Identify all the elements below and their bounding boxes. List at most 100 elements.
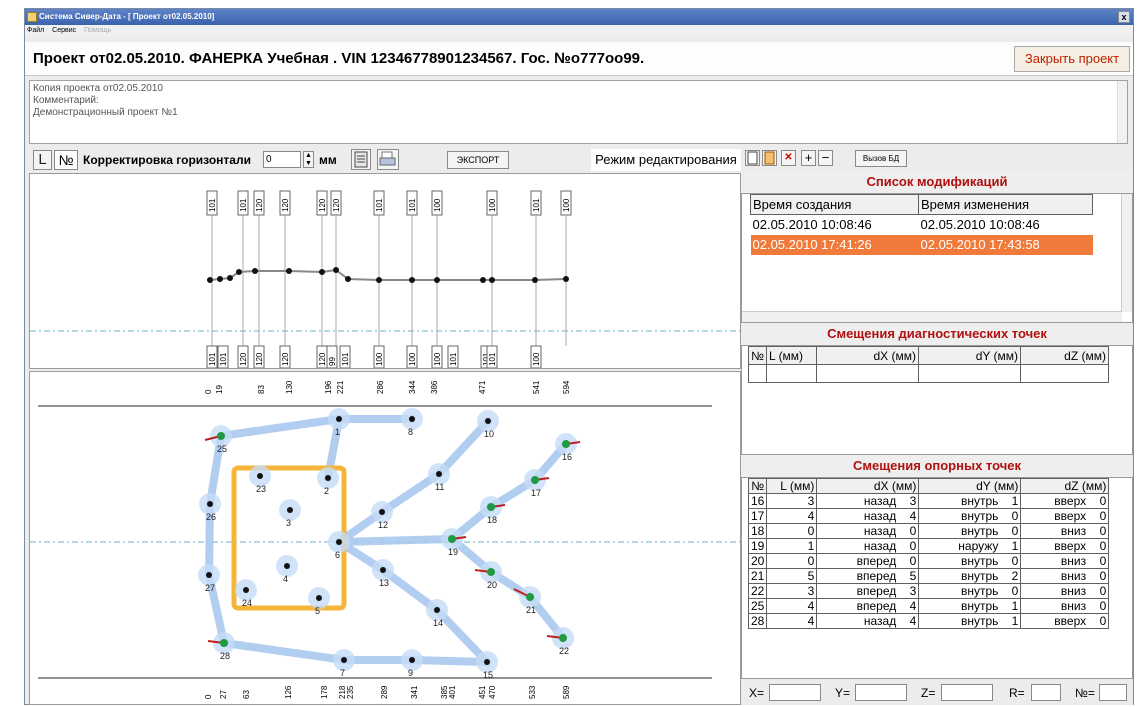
mod-row-selected[interactable]: 02.05.2010 17:41:26 02.05.2010 17:43:58 xyxy=(750,234,1093,255)
ref-col-l[interactable]: L (мм) xyxy=(766,478,818,494)
table-row[interactable]: 16 3 назад 3 внутрь 1 вверх 0 xyxy=(747,493,1110,509)
menu-service[interactable]: Сервис xyxy=(52,27,76,34)
point-label: 10 xyxy=(484,429,494,439)
table-row[interactable]: 17 4 назад 4 внутрь 0 вверх 0 xyxy=(747,508,1110,524)
l-mode-button[interactable]: L xyxy=(33,150,52,170)
correction-input[interactable] xyxy=(263,151,301,168)
menu-help[interactable]: Помощь xyxy=(84,27,111,34)
point-label: 6 xyxy=(335,550,340,560)
ref-col-dz[interactable]: dZ (мм) xyxy=(1020,478,1110,494)
bottom-tick-label: 341 xyxy=(410,685,419,699)
close-project-button[interactable]: Закрыть проект xyxy=(1014,46,1130,72)
copy-doc-icon[interactable] xyxy=(762,150,777,166)
remove-icon[interactable]: − xyxy=(818,150,833,166)
top-tick-label: 286 xyxy=(376,380,385,394)
export-button[interactable]: ЭКСПОРТ xyxy=(447,151,509,169)
r-field[interactable] xyxy=(1031,684,1061,701)
top-height-label: 101 xyxy=(375,198,384,212)
y-field[interactable] xyxy=(855,684,907,701)
point-label: 9 xyxy=(408,668,413,678)
z-field[interactable] xyxy=(941,684,993,701)
ref-dz-dir: вниз xyxy=(1020,583,1089,599)
point-label: 13 xyxy=(379,578,389,588)
correction-label: Корректировка горизонтали xyxy=(83,153,251,167)
ref-col-dy[interactable]: dY (мм) xyxy=(918,478,1022,494)
ref-dy-val: 0 xyxy=(1000,523,1022,539)
diag-col-no[interactable]: № xyxy=(748,346,767,365)
number-mode-button[interactable]: № xyxy=(54,150,78,170)
table-row[interactable]: 18 0 назад 0 внутрь 0 вниз 0 xyxy=(747,523,1110,539)
diag-col-dx[interactable]: dX (мм) xyxy=(816,346,919,365)
table-row[interactable]: 25 4 вперед 4 внутрь 1 вниз 0 xyxy=(747,598,1110,614)
ref-no: 16 xyxy=(747,493,768,509)
comment-line-3: Демонстрационный проект №1 xyxy=(33,107,178,118)
point-label: 26 xyxy=(206,512,216,522)
comment-scrollbar[interactable] xyxy=(1117,81,1127,143)
ref-no: 18 xyxy=(747,523,768,539)
ref-l: 0 xyxy=(766,523,818,539)
delete-icon[interactable]: ✕ xyxy=(781,150,796,166)
ref-dy-dir: внутрь xyxy=(918,523,1001,539)
table-row[interactable]: 19 1 назад 0 наружу 1 вверх 0 xyxy=(747,538,1110,554)
table-row[interactable]: 21 5 вперед 5 внутрь 2 вниз 0 xyxy=(747,568,1110,584)
diagnostic-point xyxy=(325,475,331,481)
correction-spinner[interactable]: ▲ ▼ xyxy=(303,151,314,168)
diagnostic-title: Смещения диагностических точек xyxy=(741,323,1133,345)
close-window-icon[interactable]: x xyxy=(1118,11,1130,23)
window-title: Система Сивер-Дата - [ Проект от02.05.20… xyxy=(39,12,215,21)
comment-box[interactable]: Копия проекта от02.05.2010 Комментарий: … xyxy=(29,80,1128,144)
modifications-panel: Время создания Время изменения 02.05.201… xyxy=(741,193,1133,323)
ref-no: 22 xyxy=(747,583,768,599)
table-row[interactable]: 20 0 вперед 0 внутрь 0 вниз 0 xyxy=(747,553,1110,569)
print-icon[interactable] xyxy=(377,149,399,170)
diagnostic-point xyxy=(485,418,491,424)
reference-point xyxy=(526,593,534,601)
ref-dx-val: 4 xyxy=(898,613,920,629)
ref-dz-dir: вниз xyxy=(1020,568,1089,584)
ref-dx-val: 3 xyxy=(898,493,920,509)
ref-l: 1 xyxy=(766,538,818,554)
diag-col-dy[interactable]: dY (мм) xyxy=(918,346,1021,365)
side-point xyxy=(563,276,569,282)
no-field[interactable] xyxy=(1099,684,1127,701)
mod-col-created[interactable]: Время создания xyxy=(750,194,919,215)
ref-col-no[interactable]: № xyxy=(747,478,768,494)
ref-dy-dir: внутрь xyxy=(918,583,1001,599)
table-icon[interactable] xyxy=(351,149,371,170)
diag-empty-row[interactable] xyxy=(748,364,1109,383)
table-row[interactable]: 22 3 вперед 3 внутрь 0 вниз 0 xyxy=(747,583,1110,599)
new-doc-icon[interactable] xyxy=(745,150,760,166)
point-label: 21 xyxy=(526,605,536,615)
diagnostic-point xyxy=(434,607,440,613)
point-label: 25 xyxy=(217,444,227,454)
bottom-height-label: 120 xyxy=(255,352,264,366)
menu-file[interactable]: Файл xyxy=(27,27,44,34)
plan-view-canvas[interactable]: 0 19 83 130 196 221 286 344 386 471 541 5940 27 63 126… xyxy=(30,372,740,704)
ref-col-dx[interactable]: dX (мм) xyxy=(816,478,920,494)
mod-hscroll[interactable] xyxy=(742,311,1122,322)
diag-col-dz[interactable]: dZ (мм) xyxy=(1020,346,1109,365)
diagnostic-point xyxy=(316,595,322,601)
side-view-panel: 101 101 120 120 120 120 101 101 100 100 101 100 101 1… xyxy=(29,173,741,369)
ref-dy-val: 2 xyxy=(1000,568,1022,584)
ref-dz-dir: вниз xyxy=(1020,523,1089,539)
ref-dx-dir: назад xyxy=(816,493,899,509)
top-height-label: 101 xyxy=(408,198,417,212)
diagnostic-point xyxy=(207,501,213,507)
y-label: Y= xyxy=(835,686,851,700)
ref-dy-dir: внутрь xyxy=(918,568,1001,584)
bottom-height-label: 101 xyxy=(488,352,497,366)
mod-row[interactable]: 02.05.2010 10:08:46 02.05.2010 10:08:46 xyxy=(751,215,1093,235)
side-view-canvas[interactable]: 101 101 120 120 120 120 101 101 100 100 101 100101 1… xyxy=(30,174,740,369)
ref-dz-val: 0 xyxy=(1088,523,1110,539)
table-row[interactable]: 28 4 назад 4 внутрь 1 вверх 0 xyxy=(747,613,1110,629)
mod-vscroll[interactable] xyxy=(1121,194,1132,312)
diag-col-l[interactable]: L (мм) xyxy=(766,346,817,365)
mod-row-created: 02.05.2010 17:41:26 xyxy=(752,237,872,252)
app-window: Система Сивер-Дата - [ Проект от02.05.20… xyxy=(24,8,1134,705)
x-field[interactable] xyxy=(769,684,821,701)
call-db-button[interactable]: Вызов БД xyxy=(855,150,907,167)
mod-col-modified[interactable]: Время изменения xyxy=(918,194,1093,215)
point-label: 15 xyxy=(483,670,493,680)
add-icon[interactable]: + xyxy=(801,150,816,166)
